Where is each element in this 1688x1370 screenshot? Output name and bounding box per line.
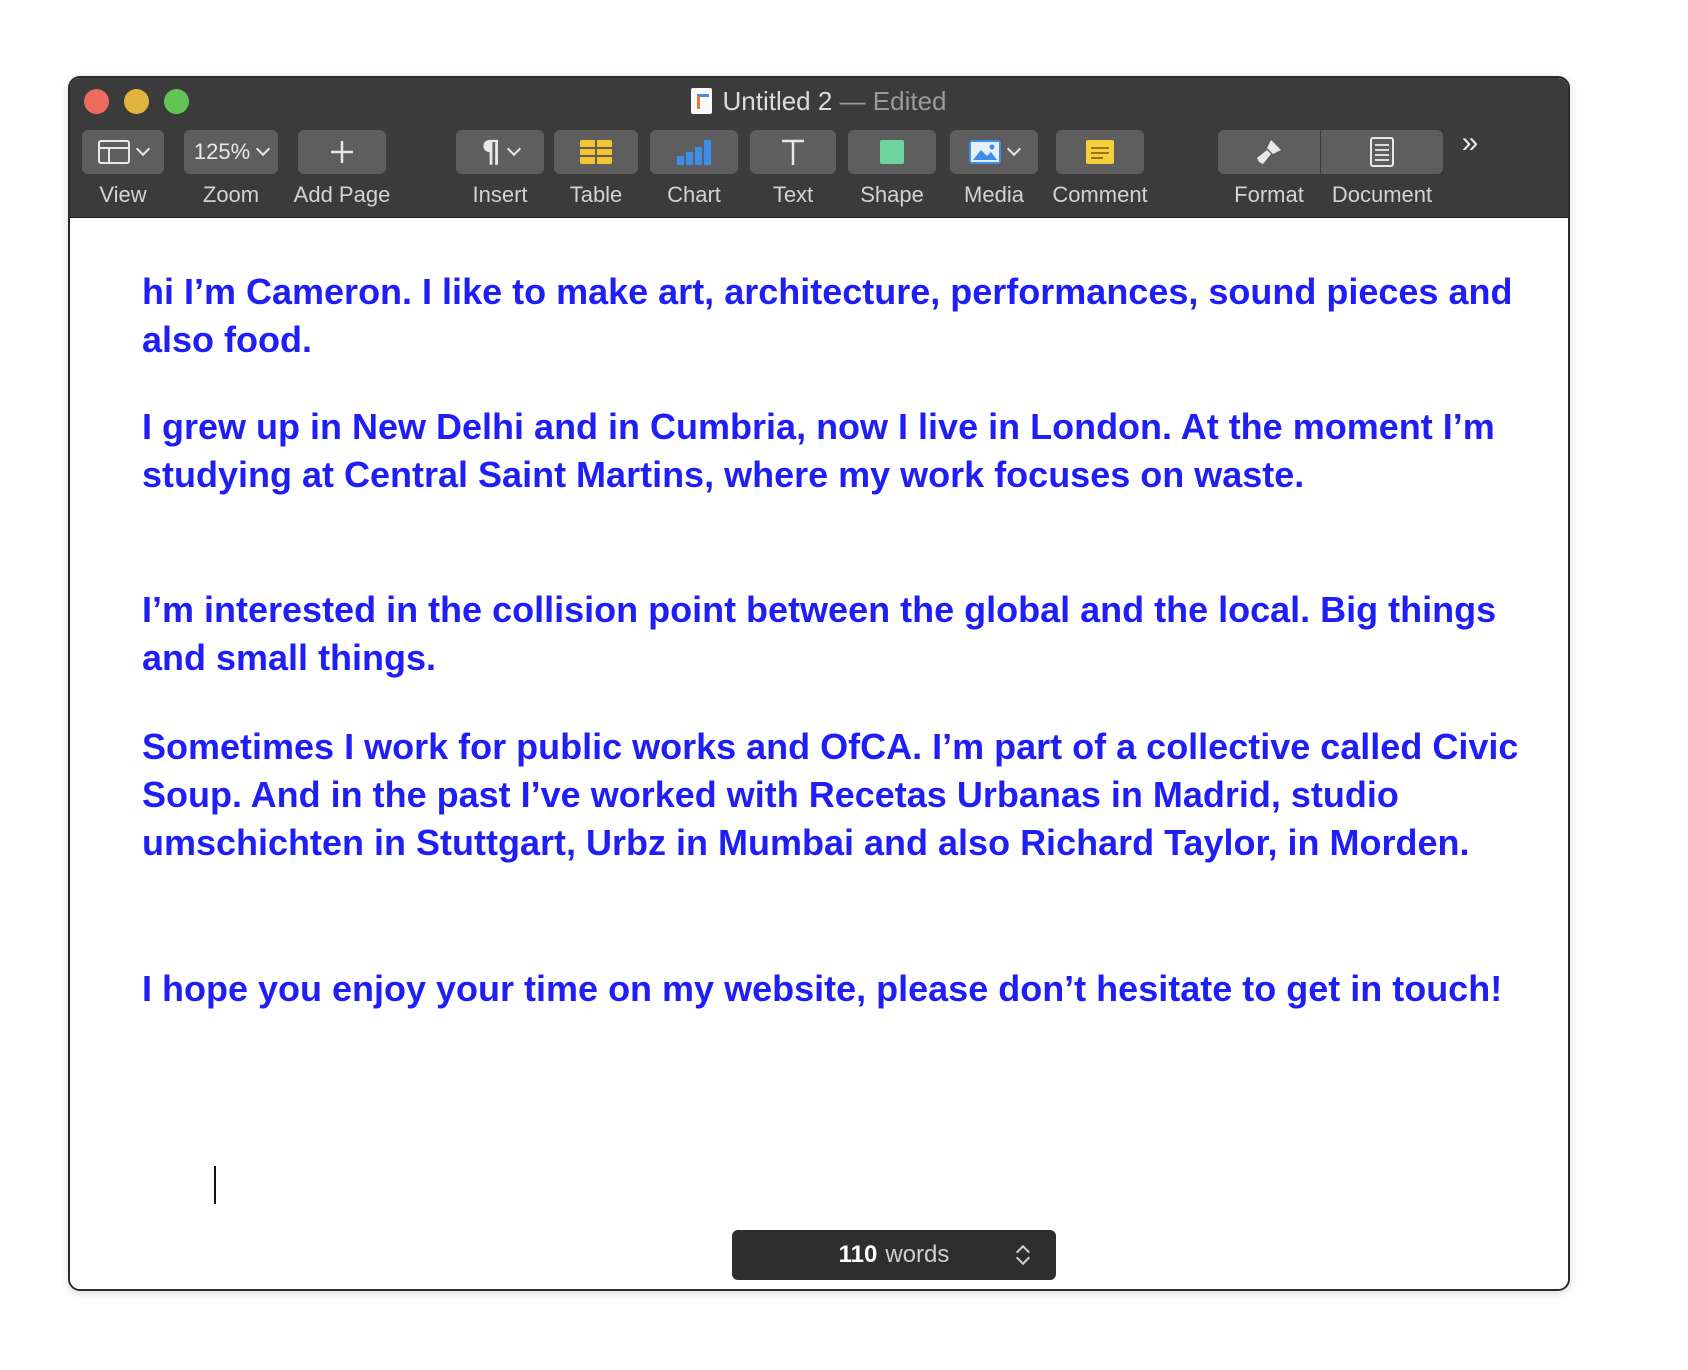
chevron-down-icon xyxy=(135,141,151,157)
up-down-chevron-icon xyxy=(1016,1243,1030,1267)
sidebar-layout-icon xyxy=(98,140,130,164)
comment-label: Comment xyxy=(1052,182,1148,207)
add-page-button[interactable] xyxy=(298,130,386,174)
paragraph-work[interactable]: Sometimes I work for public works and Of… xyxy=(142,723,1562,867)
edited-status: — Edited xyxy=(839,86,947,116)
media-label: Media xyxy=(964,182,1024,207)
window-title: Untitled 2 — Edited xyxy=(70,84,1568,118)
zoom-dropdown[interactable]: 125% xyxy=(184,130,278,174)
media-button[interactable] xyxy=(950,130,1038,174)
paragraph-background[interactable]: I grew up in New Delhi and in Cumbria, n… xyxy=(142,403,1562,499)
format-button[interactable] xyxy=(1218,130,1320,174)
text-button[interactable] xyxy=(750,130,836,174)
pages-window: Untitled 2 — Edited View 125% Zoom Add P… xyxy=(68,76,1570,1291)
paragraph-interests[interactable]: I’m interested in the collision point be… xyxy=(142,586,1562,682)
chart-label: Chart xyxy=(667,182,721,207)
chevron-down-icon xyxy=(256,141,271,157)
view-label: View xyxy=(99,182,147,207)
format-label: Format xyxy=(1234,182,1304,207)
photo-icon xyxy=(969,140,1001,164)
shape-square-icon xyxy=(880,140,904,164)
titlebar: Untitled 2 — Edited View 125% Zoom Add P… xyxy=(70,78,1568,218)
insert-label: Insert xyxy=(472,182,528,207)
document-name: Untitled 2 xyxy=(722,86,833,116)
text-box-icon xyxy=(782,139,804,165)
bar-chart-icon xyxy=(677,140,711,165)
document-page[interactable]: hi I’m Cameron. I like to make art, arch… xyxy=(70,218,1568,1289)
insert-button[interactable]: ¶ xyxy=(456,130,544,174)
paintbrush-icon xyxy=(1257,140,1281,164)
document-button[interactable] xyxy=(1321,130,1443,174)
plus-icon xyxy=(331,141,353,163)
chevron-down-icon xyxy=(506,141,521,157)
text-cursor xyxy=(214,1166,216,1204)
pages-document-icon xyxy=(691,88,713,114)
shape-label: Shape xyxy=(860,182,924,207)
table-icon xyxy=(580,140,612,164)
table-label: Table xyxy=(569,182,623,207)
chart-button[interactable] xyxy=(650,130,738,174)
add-page-label: Add Page xyxy=(293,182,391,207)
comment-button[interactable] xyxy=(1056,130,1144,174)
document-label: Document xyxy=(1331,182,1433,207)
word-count-control[interactable]: 110 words xyxy=(732,1230,1056,1280)
chevron-down-icon xyxy=(1006,141,1022,157)
shape-button[interactable] xyxy=(848,130,936,174)
toolbar-overflow-icon[interactable]: » xyxy=(1450,126,1490,160)
document-icon xyxy=(1370,137,1394,167)
word-count-unit: words xyxy=(885,1241,950,1268)
zoom-value: 125% xyxy=(193,139,251,164)
paragraph-closing[interactable]: I hope you enjoy your time on my website… xyxy=(142,965,1562,1013)
sticky-note-icon xyxy=(1086,140,1114,164)
table-button[interactable] xyxy=(554,130,638,174)
word-count-number: 110 xyxy=(838,1241,878,1268)
zoom-label: Zoom xyxy=(202,182,260,207)
view-button[interactable] xyxy=(82,130,164,174)
text-label: Text xyxy=(772,182,814,207)
paragraph-intro[interactable]: hi I’m Cameron. I like to make art, arch… xyxy=(142,268,1562,364)
paragraph-icon: ¶ xyxy=(481,134,501,170)
